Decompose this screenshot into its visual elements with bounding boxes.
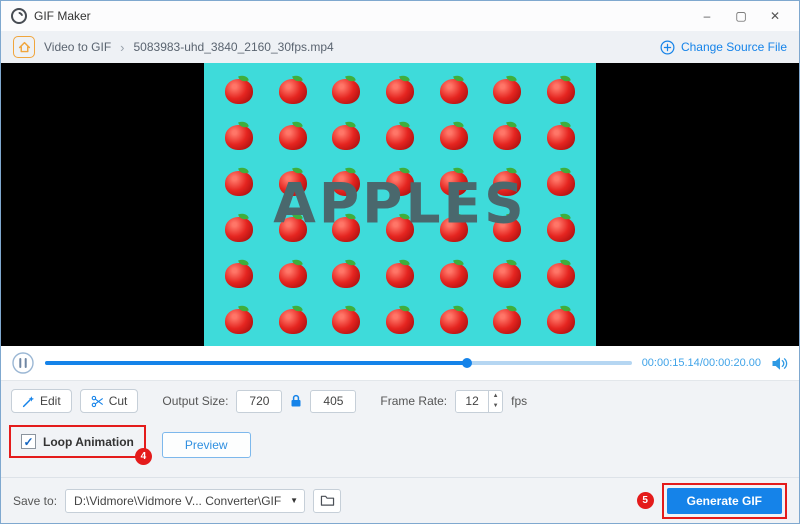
frame-rate-spinner: ▲ ▼	[488, 391, 502, 412]
apple-icon	[331, 259, 361, 288]
save-path-value: D:\Vidmore\Vidmore V... Converter\GIF Ma…	[66, 494, 284, 508]
apple-icon	[331, 75, 361, 104]
folder-icon	[320, 494, 335, 507]
breadcrumb-separator-icon: ›	[120, 40, 124, 55]
total-duration: 00:00:20.00	[703, 357, 761, 369]
video-preview-area: APPLES	[1, 63, 799, 346]
breadcrumb-filename: 5083983-uhd_3840_2160_30fps.mp4	[134, 40, 334, 54]
edit-wand-icon	[22, 395, 35, 408]
frame-rate-decrement[interactable]: ▼	[489, 401, 502, 412]
output-height-input[interactable]	[310, 390, 356, 413]
apple-icon	[224, 167, 254, 196]
edit-button[interactable]: Edit	[11, 389, 72, 413]
current-time: 00:00:15.14	[642, 357, 700, 369]
apple-icon	[492, 305, 522, 334]
apple-icon	[492, 75, 522, 104]
titlebar: GIF Maker – ▢ ✕	[1, 1, 799, 31]
save-to-label: Save to:	[13, 494, 57, 508]
fps-label: fps	[511, 394, 527, 408]
apple-icon	[385, 259, 415, 288]
save-path-dropdown-caret-icon[interactable]: ▼	[284, 490, 304, 512]
scissors-icon	[91, 395, 104, 408]
apple-icon	[224, 121, 254, 150]
checkbox-check-icon: ✓	[23, 435, 33, 449]
change-source-file-button[interactable]: Change Source File	[660, 40, 787, 55]
pause-button[interactable]	[11, 351, 35, 375]
output-width-input[interactable]	[236, 390, 282, 413]
loop-row: ✓ Loop Animation 4 Preview	[1, 417, 799, 458]
step-5-badge: 5	[637, 492, 654, 509]
frame-rate-label: Frame Rate:	[380, 394, 447, 408]
window-title: GIF Maker	[34, 9, 91, 23]
apple-icon	[278, 259, 308, 288]
apple-icon	[331, 121, 361, 150]
apple-icon	[546, 121, 576, 150]
preview-button[interactable]: Preview	[162, 432, 251, 458]
apple-icon	[224, 305, 254, 334]
gif-maker-window: GIF Maker – ▢ ✕ Video to GIF › 5083983-u…	[0, 0, 800, 524]
change-source-file-label: Change Source File	[681, 40, 787, 54]
volume-icon[interactable]	[771, 356, 789, 371]
apple-icon	[224, 75, 254, 104]
close-button[interactable]: ✕	[761, 5, 789, 27]
apple-icon	[492, 121, 522, 150]
home-button[interactable]	[13, 36, 35, 58]
loop-animation-checkbox[interactable]: ✓	[21, 434, 36, 449]
apple-icon	[278, 305, 308, 334]
maximize-button[interactable]: ▢	[727, 5, 755, 27]
apple-icon	[546, 305, 576, 334]
bottom-bar: Save to: D:\Vidmore\Vidmore V... Convert…	[1, 477, 799, 523]
apple-icon	[492, 259, 522, 288]
apple-icon	[439, 121, 469, 150]
save-path-select[interactable]: D:\Vidmore\Vidmore V... Converter\GIF Ma…	[65, 489, 305, 513]
generate-area: 5 Generate GIF	[637, 483, 787, 519]
video-overlay-text: APPLES	[273, 171, 526, 235]
apple-icon	[546, 213, 576, 242]
pause-icon	[12, 352, 34, 374]
breadcrumb-root[interactable]: Video to GIF	[44, 40, 111, 54]
cut-button-label: Cut	[109, 394, 128, 408]
plus-circle-icon	[660, 40, 675, 55]
progress-fill	[45, 361, 467, 365]
apple-icon	[224, 213, 254, 242]
apple-icon	[439, 305, 469, 334]
progress-slider[interactable]	[45, 352, 632, 374]
home-icon	[18, 41, 31, 54]
generate-gif-annotation-box: Generate GIF	[662, 483, 787, 519]
apple-icon	[385, 121, 415, 150]
time-display: 00:00:15.14/00:00:20.00	[642, 357, 761, 369]
apple-icon	[439, 75, 469, 104]
apple-icon	[385, 75, 415, 104]
apple-icon	[546, 259, 576, 288]
output-size-label: Output Size:	[162, 394, 228, 408]
window-controls: – ▢ ✕	[693, 5, 789, 27]
apple-icon	[278, 75, 308, 104]
frame-rate-input[interactable]	[456, 391, 488, 412]
frame-rate-increment[interactable]: ▲	[489, 391, 502, 402]
edit-button-label: Edit	[40, 394, 61, 408]
loop-animation-annotation-box: ✓ Loop Animation 4	[9, 425, 146, 458]
loop-animation-label: Loop Animation	[43, 435, 134, 449]
generate-gif-button[interactable]: Generate GIF	[667, 488, 782, 514]
controls-panel: Edit Cut Output Size: Frame Rate:	[1, 380, 799, 477]
browse-folder-button[interactable]	[313, 489, 341, 513]
player-bar: 00:00:15.14/00:00:20.00	[1, 346, 799, 380]
cut-button[interactable]: Cut	[80, 389, 139, 413]
apple-icon	[546, 167, 576, 196]
app-logo-icon	[11, 8, 27, 24]
apple-icon	[385, 305, 415, 334]
minimize-button[interactable]: –	[693, 5, 721, 27]
video-frame[interactable]: APPLES	[204, 63, 596, 346]
apple-icon	[331, 305, 361, 334]
progress-thumb[interactable]	[462, 358, 472, 368]
step-4-badge: 4	[135, 448, 152, 465]
apple-icon	[439, 259, 469, 288]
frame-rate-field: ▲ ▼	[455, 390, 503, 413]
aspect-lock-icon[interactable]	[290, 394, 302, 408]
apple-icon	[546, 75, 576, 104]
apple-icon	[224, 259, 254, 288]
breadcrumb-bar: Video to GIF › 5083983-uhd_3840_2160_30f…	[1, 31, 799, 63]
apple-icon	[278, 121, 308, 150]
toolbar-row: Edit Cut Output Size: Frame Rate:	[1, 381, 799, 417]
